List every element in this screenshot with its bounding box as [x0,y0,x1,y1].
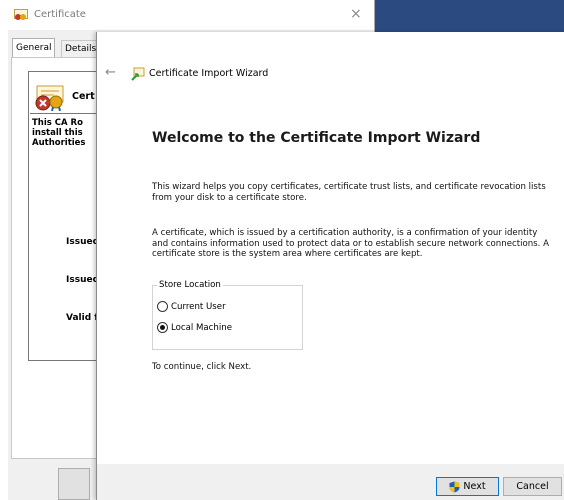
close-icon[interactable]: × [350,6,362,22]
ok-button[interactable] [58,468,90,500]
cancel-button[interactable]: Cancel [503,477,562,496]
certificate-title: Certificate [34,9,86,20]
wizard-title: Certificate Import Wizard [149,68,269,79]
certificate-import-wizard: × ← Certificate Import Wizard Welcome to… [96,32,564,500]
certificate-error-icon [35,85,64,111]
certificate-icon [14,9,28,20]
store-location-group [152,285,303,350]
info-text-line: Authorities [32,138,86,148]
wizard-heading: Welcome to the Certificate Import Wizard [152,130,481,146]
uac-shield-icon [449,481,460,492]
current-user-radio[interactable]: Current User [157,301,226,312]
info-text-line: This CA Ro [32,118,83,128]
certificate-wizard-icon [131,67,145,81]
store-location-legend: Store Location [157,280,223,290]
radio-button-unchecked[interactable] [157,301,168,312]
continue-instruction: To continue, click Next. [152,362,252,372]
info-text-line: install this [32,128,83,138]
radio-button-checked[interactable] [157,322,168,333]
current-user-label: Current User [171,301,226,312]
certificate-info-heading: Cert [72,91,95,102]
certificate-explanation: A certificate, which is issued by a cert… [152,228,549,259]
certificate-titlebar: Certificate × [8,0,374,30]
tab-general[interactable]: General [12,38,56,58]
back-arrow-icon[interactable]: ← [105,66,116,79]
background-window-titlebar [374,0,564,32]
issued-by-label: Issued [66,275,100,285]
issued-to-label: Issued [66,237,100,247]
next-label: Next [463,481,486,492]
local-machine-label: Local Machine [171,322,232,333]
local-machine-radio[interactable]: Local Machine [157,322,232,333]
wizard-description: This wizard helps you copy certificates,… [152,182,546,203]
tab-details[interactable]: Details [61,40,101,58]
next-button[interactable]: Next [436,477,499,496]
valid-from-label: Valid f [66,313,99,323]
